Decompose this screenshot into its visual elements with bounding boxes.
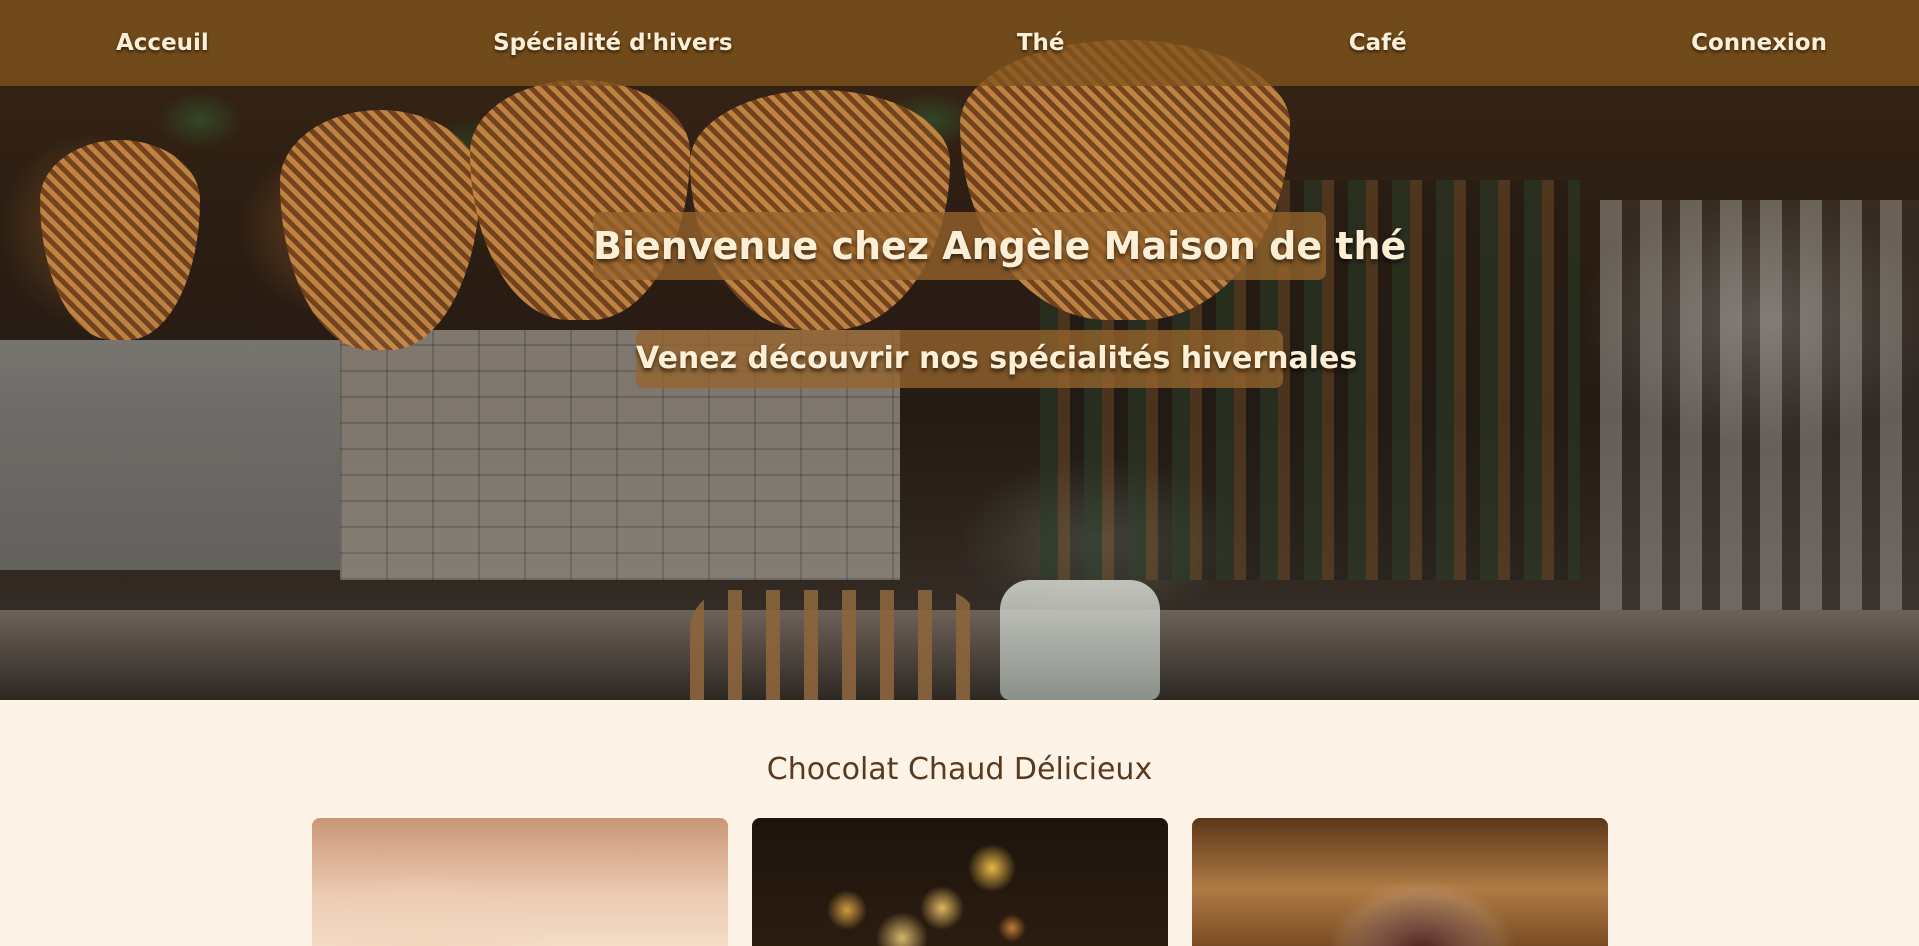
- nav-link-acceuil[interactable]: Acceuil: [116, 30, 209, 56]
- nav-link-connexion[interactable]: Connexion: [1691, 30, 1827, 56]
- hero-glass-rack: [1600, 200, 1919, 620]
- product-card-image[interactable]: [1192, 818, 1608, 946]
- hero-wicker-lamp: [470, 80, 690, 320]
- hero-wicker-lamp: [280, 110, 480, 350]
- hero-tip-jar: [1000, 580, 1160, 700]
- hero-beer-taps: [690, 590, 980, 700]
- product-card-image[interactable]: [752, 818, 1168, 946]
- hero-title: Bienvenue chez Angèle Maison de thé: [593, 212, 1406, 280]
- section-title: Chocolat Chaud Délicieux: [766, 752, 1153, 787]
- main-navbar: Acceuil Spécialité d'hivers Thé Café Con…: [0, 0, 1919, 86]
- nav-link-specialite-hivers[interactable]: Spécialité d'hivers: [493, 30, 732, 56]
- hero-wicker-lamp: [40, 140, 200, 340]
- hero-window: [0, 340, 340, 570]
- hero-wicker-lamp: [690, 90, 950, 330]
- hero-banner: Acceuil Spécialité d'hivers Thé Café Con…: [0, 0, 1919, 700]
- nav-link-the[interactable]: Thé: [1017, 30, 1065, 56]
- product-card-image[interactable]: [312, 818, 728, 946]
- hero-subtitle: Venez découvrir nos spécialités hivernal…: [636, 330, 1357, 388]
- nav-link-cafe[interactable]: Café: [1349, 30, 1407, 56]
